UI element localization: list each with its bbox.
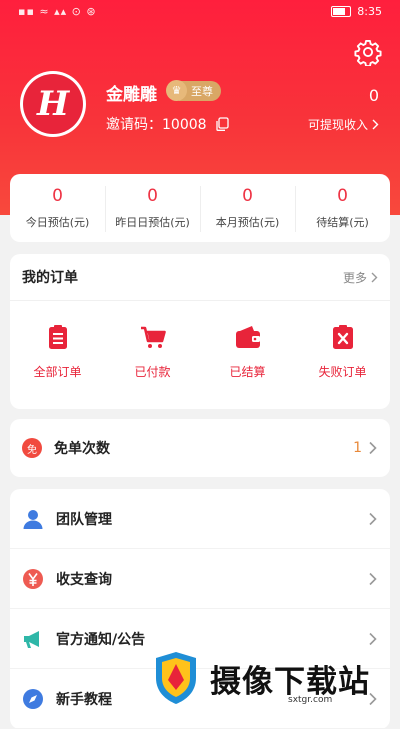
status-icons: ▪▪ ≈ ▴▴ ⊙ ⊛ [18,5,97,18]
menu-label: 收支查询 [56,571,112,588]
status-bar: ▪▪ ≈ ▴▴ ⊙ ⊛ 8:35 [0,0,400,24]
invite-label: 邀请码： [106,117,162,133]
orders-title: 我的订单 [22,270,78,286]
copy-icon[interactable] [215,117,229,131]
clock: 8:35 [357,5,382,18]
stat-month[interactable]: 0 本月预估(元) [200,174,295,242]
chevron-right-icon [369,441,377,455]
order-label: 已结算 [229,365,266,379]
earnings-stats: 0 今日预估(元) 0 昨日日预估(元) 0 本月预估(元) 0 待结算(元) [10,174,390,242]
watermark: 摄像下载站 sxtgr.com [150,645,400,711]
free-orders-row[interactable]: 免 免单次数 1 [10,419,390,477]
free-badge-icon: 免 [22,438,42,458]
megaphone-icon [24,630,39,648]
menu-item-team[interactable]: 团队管理 [10,489,390,549]
invite-code: 10008 [162,117,207,133]
stat-yesterday[interactable]: 0 昨日日预估(元) [105,174,200,242]
stat-value: 0 [242,186,253,206]
stat-value: 0 [337,186,348,206]
clipboard-list-icon [48,325,67,349]
watermark-text: 摄像下载站 [210,663,370,700]
vip-badge: ♛ 至尊 [166,80,221,101]
stat-label: 昨日日预估(元) [115,216,190,229]
order-label: 已付款 [134,365,171,379]
cart-icon [140,326,166,348]
compass-icon [23,688,43,709]
chevron-right-icon [369,632,377,645]
more-label: 更多 [342,270,367,285]
withdrawable-balance: 0 [368,86,379,105]
menu-label: 团队管理 [56,511,112,528]
stat-value: 0 [147,186,158,206]
avatar[interactable]: H [20,71,86,137]
order-failed-button[interactable]: 失败订单 [295,323,390,380]
stat-label: 待结算(元) [316,216,369,229]
withdraw-link[interactable]: 可提现收入 [308,116,379,133]
clipboard-x-icon [332,325,353,349]
order-label: 失败订单 [318,365,367,379]
order-paid-button[interactable]: 已付款 [105,323,200,380]
watermark-logo [156,652,196,704]
team-icon [23,509,43,529]
chevron-right-icon [369,512,377,525]
stat-label: 本月预估(元) [215,216,280,229]
order-label: 全部订单 [33,365,82,379]
username: 金雕雕 [106,85,157,105]
stat-today[interactable]: 0 今日预估(元) [10,174,105,242]
status-right: 8:35 [331,5,382,18]
stat-pending[interactable]: 0 待结算(元) [295,174,390,242]
chevron-right-icon [372,119,379,130]
menu-item-finance[interactable]: 收支查询 [10,549,390,609]
crown-icon: ♛ [166,80,187,101]
gear-icon[interactable] [354,38,382,66]
my-orders-card: 我的订单 更多 全部订单 已付款 已结算 失败订单 [10,254,390,409]
free-orders-count: 1 [353,440,362,456]
order-shortcuts: 全部订单 已付款 已结算 失败订单 [10,323,390,380]
invite-code-row: 邀请码：10008 [106,114,229,134]
orders-more-link[interactable]: 更多 [343,269,378,286]
withdraw-label: 可提现收入 [307,118,368,132]
wallet-icon [235,326,260,348]
orders-header: 我的订单 更多 [10,254,390,301]
order-all-button[interactable]: 全部订单 [10,323,105,380]
stat-label: 今日预估(元) [25,216,90,229]
watermark-url: sxtgr.com [288,695,333,705]
battery-icon [331,6,352,17]
avatar-logo: H [23,74,83,134]
yen-icon [23,568,43,589]
stat-value: 0 [52,186,63,206]
chevron-right-icon [369,572,377,585]
order-settled-button[interactable]: 已结算 [200,323,295,380]
chevron-right-icon [371,272,378,282]
free-orders-label: 免单次数 [54,441,110,457]
